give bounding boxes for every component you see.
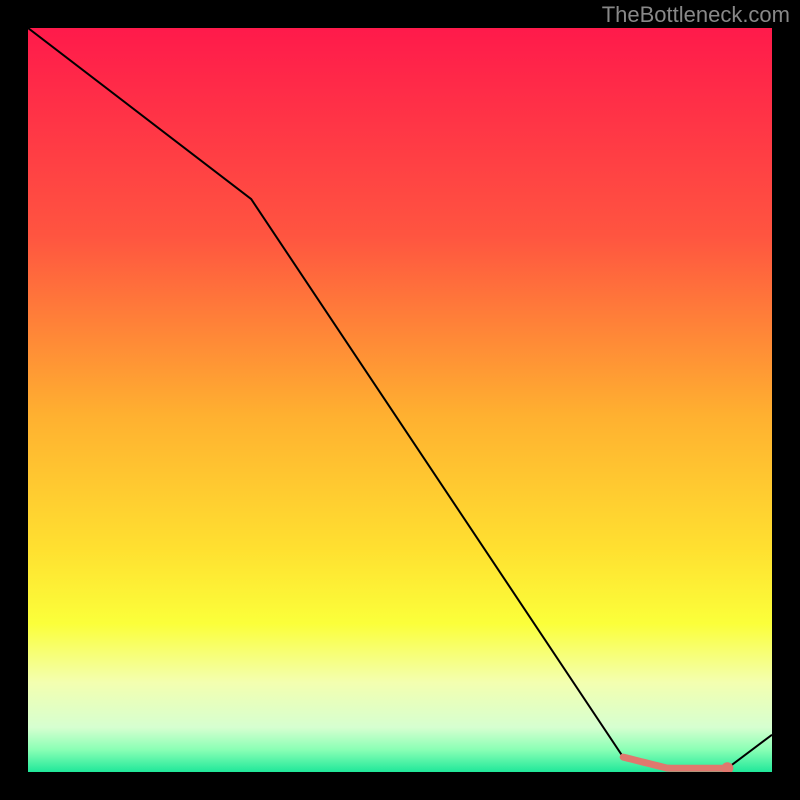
chart-frame: TheBottleneck.com	[0, 0, 800, 800]
chart-svg	[28, 28, 772, 772]
plot-area	[28, 28, 772, 772]
watermark-text: TheBottleneck.com	[602, 2, 790, 28]
gradient-background	[28, 28, 772, 772]
